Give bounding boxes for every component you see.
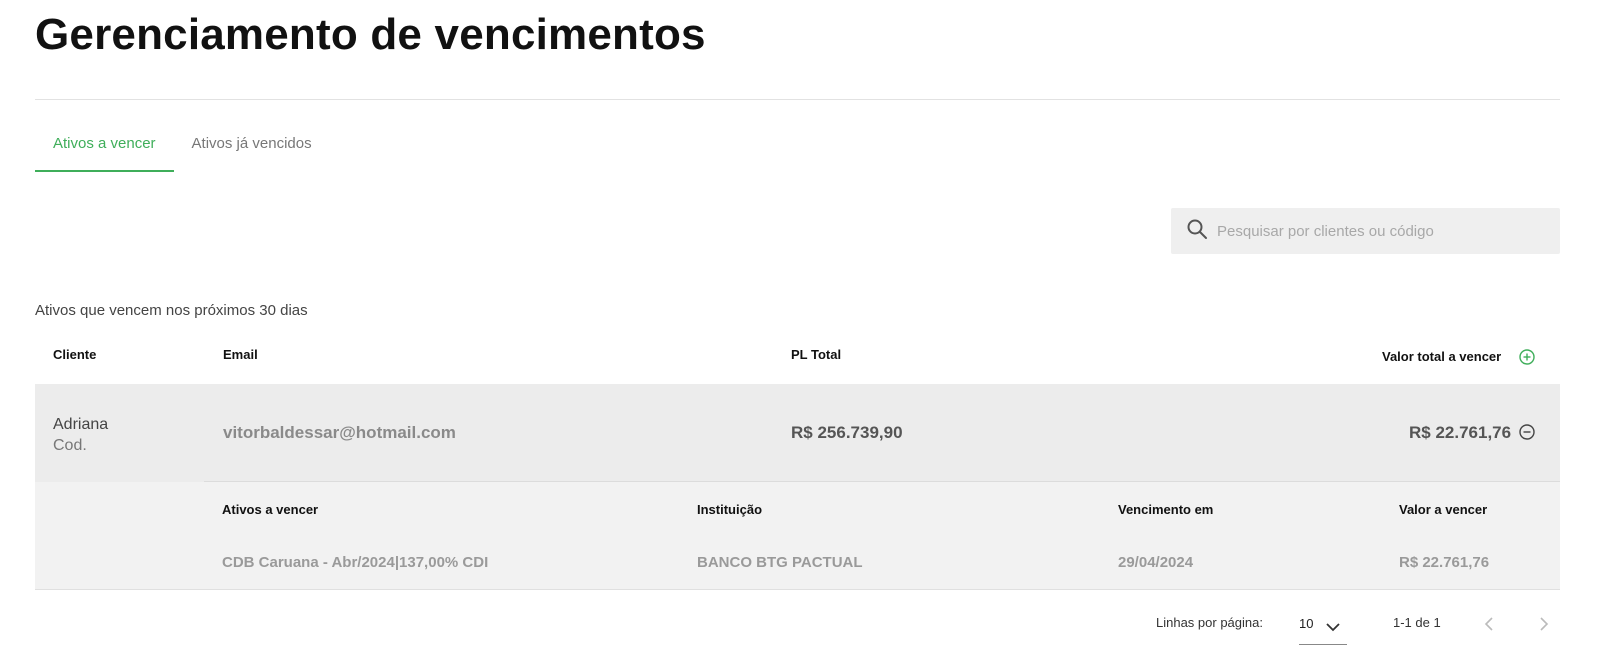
detail-header-vencimento: Vencimento em [1118, 502, 1214, 517]
detail-header-instituicao: Instituição [697, 502, 763, 517]
detail-instituicao: BANCO BTG PACTUAL [697, 554, 863, 571]
chevron-left-icon [1484, 617, 1493, 631]
column-header-pl-total[interactable]: PL Total [791, 347, 841, 362]
pagination-range: 1-1 de 1 [1393, 615, 1441, 630]
rows-per-page-label: Linhas por página: [1156, 615, 1263, 630]
chevron-right-icon [1540, 617, 1549, 631]
page-title: Gerenciamento de vencimentos [35, 10, 706, 59]
detail-vencimento: 29/04/2024 [1118, 554, 1194, 571]
pl-total-value: R$ 256.739,90 [791, 423, 903, 442]
minus-circle-icon[interactable] [1518, 423, 1536, 446]
detail-valor: R$ 22.761,76 [1399, 554, 1490, 571]
rows-per-page-select[interactable]: 10 [1299, 612, 1347, 645]
tab-ativos-a-vencer[interactable]: Ativos a vencer [35, 118, 174, 172]
rows-per-page-value: 10 [1299, 616, 1314, 631]
search-icon [1185, 217, 1209, 246]
section-label: Ativos que vencem nos próximos 30 dias [35, 302, 308, 319]
expanded-details-panel: Ativos a vencer Instituição Vencimento e… [35, 482, 1560, 590]
valor-total-value: R$ 22.761,76 [1409, 423, 1512, 442]
previous-page-button[interactable] [1479, 614, 1499, 634]
search-input[interactable] [1217, 222, 1537, 240]
detail-header-ativos: Ativos a vencer [222, 502, 319, 517]
chevron-down-icon [1326, 623, 1340, 632]
column-header-cliente[interactable]: Cliente [53, 347, 96, 362]
column-header-valor-total[interactable]: Valor total a vencer [1382, 349, 1501, 364]
client-code: Cod. [53, 437, 87, 454]
column-header-email[interactable]: Email [223, 347, 258, 362]
title-divider [35, 99, 1560, 100]
detail-ativo: CDB Caruana - Abr/2024|137,00% CDI [222, 554, 489, 571]
tabs: Ativos a vencer Ativos já vencidos [35, 118, 330, 172]
plus-circle-icon[interactable] [1518, 348, 1536, 371]
tab-ativos-ja-vencidos[interactable]: Ativos já vencidos [174, 118, 330, 172]
table-header: Cliente Email PL Total Valor total a ven… [35, 336, 1560, 384]
search-box[interactable] [1171, 208, 1560, 254]
next-page-button[interactable] [1534, 614, 1554, 634]
detail-header-valor: Valor a vencer [1399, 502, 1488, 517]
client-email: vitorbaldessar@hotmail.com [223, 423, 456, 442]
client-name: Adriana [53, 416, 109, 433]
table-row[interactable]: Adriana Cod. vitorbaldessar@hotmail.com … [35, 384, 1560, 482]
